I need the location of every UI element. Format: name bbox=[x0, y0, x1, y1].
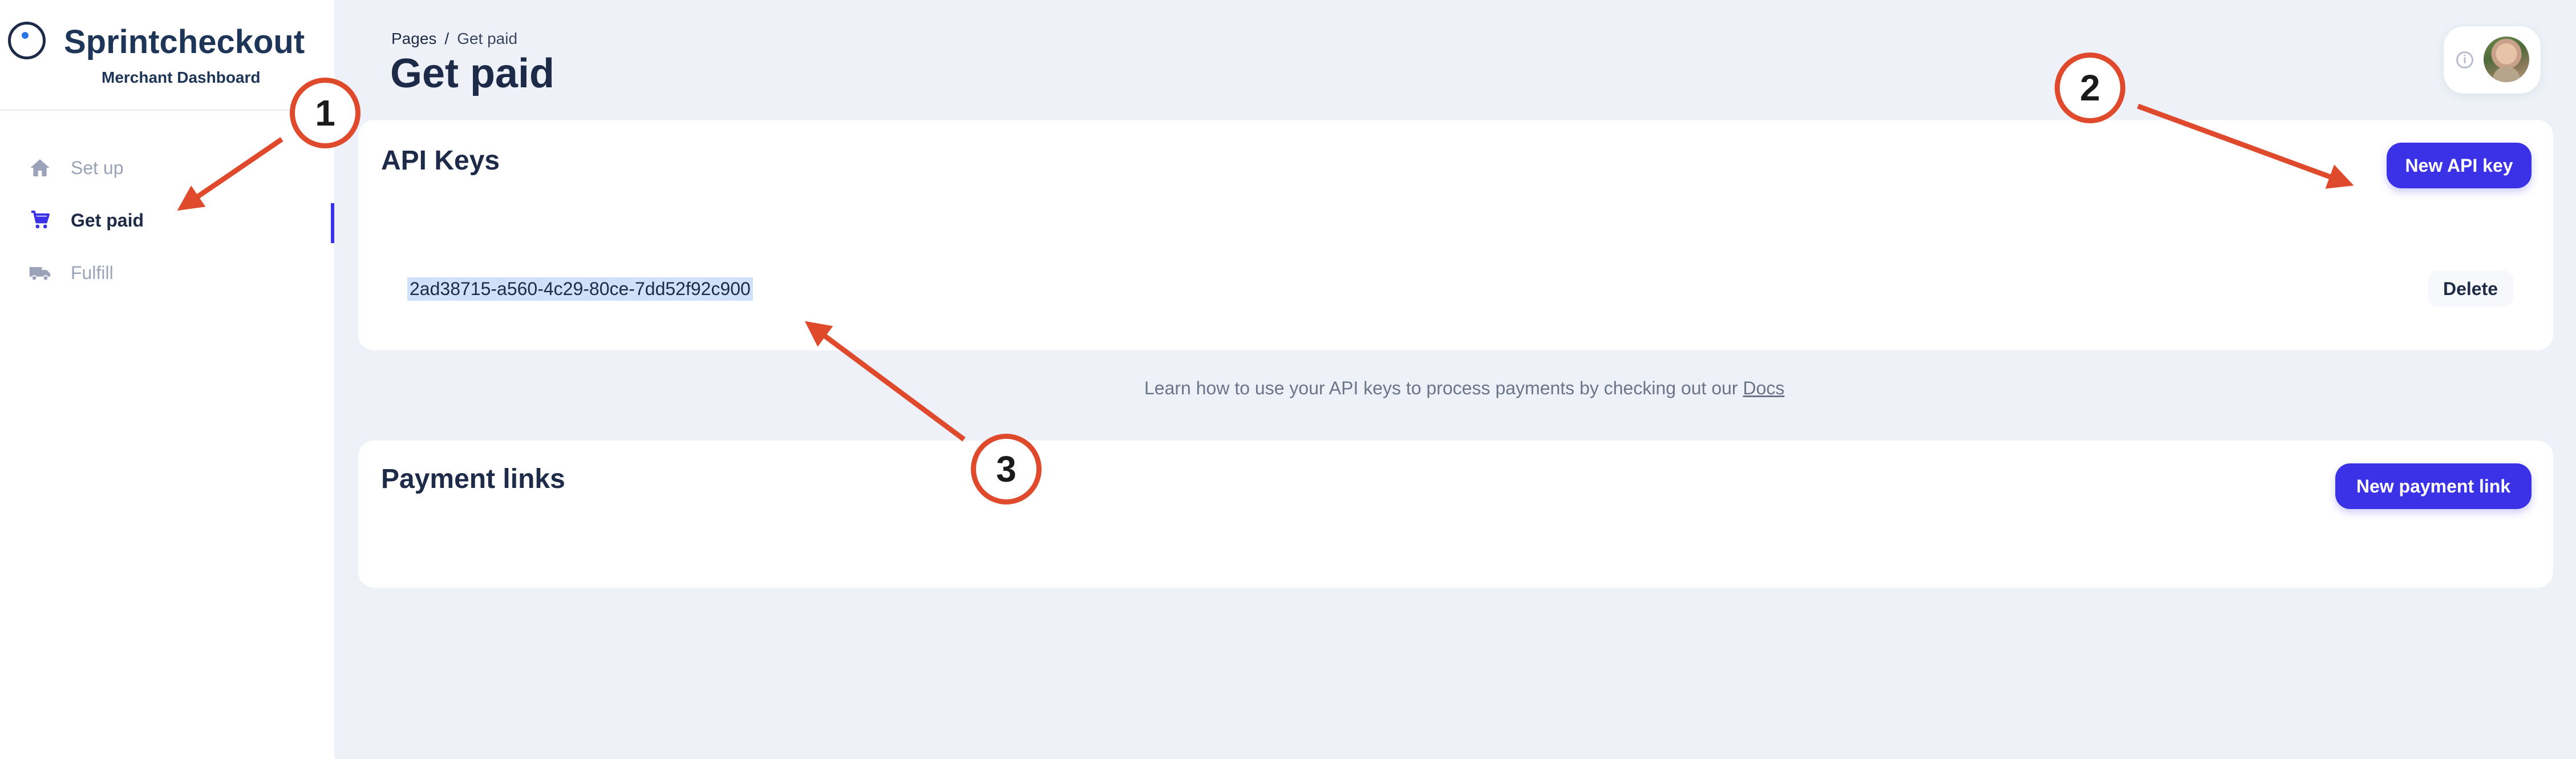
app-root: Sprintcheckout Merchant Dashboard Set up… bbox=[0, 0, 2576, 759]
docs-note-text: Learn how to use your API keys to proces… bbox=[1144, 378, 1743, 398]
api-keys-card: API Keys New API key 2ad38715-a560-4c29-… bbox=[358, 120, 2553, 350]
breadcrumb-current: Get paid bbox=[457, 30, 518, 47]
api-key-value[interactable]: 2ad38715-a560-4c29-80ce-7dd52f92c900 bbox=[407, 277, 753, 301]
annotation-callout-3: 3 bbox=[971, 434, 1042, 504]
brand-subtitle: Merchant Dashboard bbox=[102, 68, 261, 86]
sidebar-item-get-paid[interactable]: Get paid bbox=[0, 199, 334, 244]
cart-icon bbox=[31, 211, 50, 229]
brand[interactable]: Sprintcheckout Merchant Dashboard bbox=[8, 18, 334, 104]
sidebar: Sprintcheckout Merchant Dashboard Set up… bbox=[0, 0, 334, 759]
user-menu[interactable]: i bbox=[2444, 26, 2541, 94]
sidebar-item-fulfill[interactable]: Fulfill bbox=[0, 251, 334, 297]
delete-api-key-button[interactable]: Delete bbox=[2428, 271, 2513, 307]
sidebar-item-label: Get paid bbox=[71, 210, 144, 231]
sidebar-item-label: Fulfill bbox=[71, 263, 114, 283]
truck-icon bbox=[29, 267, 51, 281]
new-api-key-button[interactable]: New API key bbox=[2387, 143, 2532, 188]
annotation-callout-1: 1 bbox=[290, 78, 361, 148]
avatar[interactable] bbox=[2484, 37, 2529, 82]
breadcrumb-root[interactable]: Pages bbox=[391, 30, 436, 47]
annotation-callout-2: 2 bbox=[2055, 53, 2125, 123]
payment-links-card: Payment links New payment link bbox=[358, 441, 2553, 588]
payment-links-title: Payment links bbox=[381, 464, 565, 494]
sidebar-item-set-up[interactable]: Set up bbox=[0, 146, 334, 192]
page-title: Get paid bbox=[390, 51, 555, 96]
docs-link[interactable]: Docs bbox=[1743, 378, 1784, 398]
breadcrumb-separator: / bbox=[444, 30, 449, 47]
sidebar-divider bbox=[0, 110, 334, 111]
sidebar-item-label: Set up bbox=[71, 158, 124, 178]
brand-logo-icon bbox=[8, 22, 46, 59]
home-icon bbox=[30, 159, 50, 176]
api-keys-title: API Keys bbox=[381, 146, 500, 176]
brand-name: Sprintcheckout bbox=[64, 23, 305, 60]
active-indicator bbox=[331, 203, 334, 243]
new-payment-link-button[interactable]: New payment link bbox=[2335, 463, 2532, 509]
docs-note: Learn how to use your API keys to proces… bbox=[1144, 378, 1784, 399]
breadcrumb: Pages / Get paid bbox=[391, 30, 517, 48]
info-icon[interactable]: i bbox=[2456, 51, 2473, 68]
